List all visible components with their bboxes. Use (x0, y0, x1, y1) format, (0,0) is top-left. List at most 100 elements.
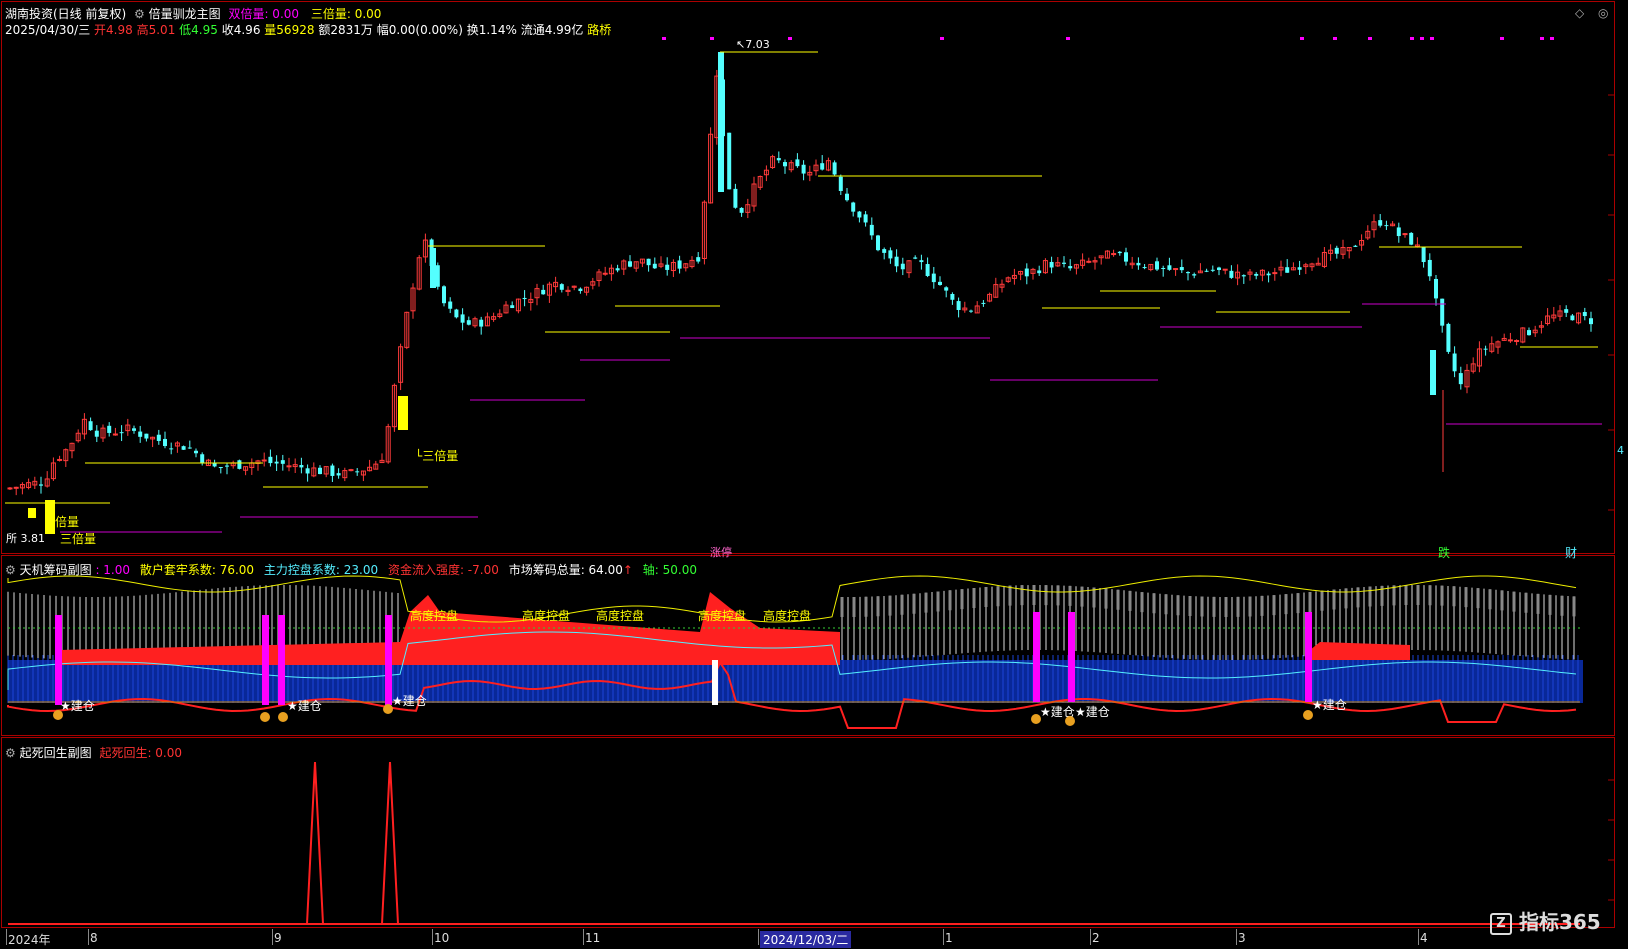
sector-value[interactable]: 路桥 (587, 23, 611, 37)
candle-body-124 (776, 158, 781, 161)
sub2-title[interactable]: 起死回生副图 (20, 746, 92, 760)
candle-body-86 (541, 289, 546, 295)
x-tick-3: 10 (434, 931, 450, 945)
candle-body-133 (832, 162, 837, 175)
top-marker-12 (1540, 37, 1544, 40)
candle-body-146 (913, 257, 918, 259)
build-label-1: ★建仓 (287, 699, 322, 713)
build-bar-6 (1305, 612, 1312, 702)
candle-body-168 (1049, 261, 1054, 268)
market-total: 市场筹码总量: 64.00 (508, 563, 623, 577)
top-marker-11 (1500, 37, 1504, 40)
candle-body-155 (969, 310, 973, 312)
turnover-value: 换1.14% (466, 23, 517, 37)
candle-body-183 (1142, 267, 1147, 269)
sub1-header: ⚙ 天机筹码副图 : 1.00 散户套牢系数: 76.00 主力控盘系数: 23… (5, 561, 697, 578)
candle-body-190 (1186, 272, 1190, 274)
candle-body-152 (950, 293, 955, 300)
x-tick-line-4 (583, 929, 584, 945)
candle-body-44 (280, 460, 285, 464)
candle-body-201 (1254, 273, 1259, 276)
diamond-icon[interactable]: ◇ (1575, 6, 1584, 20)
candle-body-26 (169, 448, 174, 450)
bar-date: 2025/04/30/三 (5, 23, 91, 37)
candle-body-151 (944, 287, 949, 291)
candle-body-203 (1266, 273, 1271, 276)
triple-vol-label-1: └三倍量 (415, 449, 459, 463)
candle-body-17 (112, 433, 118, 436)
candle-body-230 (1434, 278, 1438, 299)
big-candle-1 (430, 248, 436, 288)
top-marker-0 (662, 37, 666, 40)
big-candle-2 (718, 52, 724, 192)
top-marker-10 (1430, 37, 1434, 40)
x-tick-line-0 (6, 929, 7, 945)
fund-strength: 资金流入强度: -7.00 (387, 563, 499, 577)
candle-body-150 (938, 281, 942, 285)
candle-body-18 (119, 432, 124, 434)
candle-body-72 (454, 309, 459, 318)
close-value: 收4.96 (221, 23, 261, 37)
candle-body-21 (138, 431, 143, 437)
candle-body-136 (851, 202, 856, 212)
candle-body-179 (1117, 251, 1122, 254)
candle-body-166 (1037, 270, 1042, 274)
candle-body-196 (1222, 268, 1228, 271)
candle-body-45 (286, 465, 292, 468)
top-marker-7 (1368, 37, 1372, 40)
build-bar-2 (278, 615, 285, 705)
candle-body-221 (1378, 220, 1383, 226)
candle-body-238 (1483, 348, 1488, 350)
candle-body-71 (448, 301, 453, 309)
spike-0 (306, 761, 324, 925)
low-value: 低4.95 (179, 23, 218, 37)
candle-body-222 (1384, 225, 1389, 227)
candle-body-43 (274, 461, 279, 464)
header-row-1: 湖南投资(日线 前复权) ⚙ 倍量驯龙主图 双倍量: 0.00 三倍量: 0.0… (5, 5, 381, 22)
peak-label: ↖7.03 (736, 38, 770, 51)
gear-icon[interactable]: ⚙ (134, 7, 145, 21)
candle-body-24 (156, 434, 161, 441)
indicator-name[interactable]: 倍量驯龙主图 (149, 7, 221, 21)
finance-tag: 财 (1565, 546, 1578, 560)
float-cap-value: 流通4.99亿 (520, 23, 584, 37)
candle-body-134 (838, 176, 843, 191)
candle-body-228 (1421, 247, 1426, 263)
candle-body-137 (857, 211, 862, 218)
gear-icon[interactable]: ⚙ (5, 746, 16, 760)
candle-body-147 (919, 260, 924, 263)
money-bag-icon (278, 712, 288, 722)
candle-body-89 (559, 284, 564, 290)
candle-body-34 (218, 467, 223, 469)
candle-body-76 (479, 319, 484, 327)
sub2-header: ⚙ 起死回生副图 起死回生: 0.00 (5, 744, 182, 761)
candle-body-217 (1353, 245, 1358, 247)
candle-body-208 (1297, 267, 1302, 270)
x-tick-6: 1 (945, 931, 953, 945)
candle-body-197 (1229, 270, 1234, 278)
close-icon[interactable]: ◎ (1598, 6, 1608, 20)
candle-body-252 (1570, 315, 1575, 321)
candle-body-194 (1210, 269, 1215, 271)
sub1-title[interactable]: 天机筹码副图 (20, 563, 92, 577)
candle-body-28 (181, 446, 186, 450)
volume-value: 量56928 (264, 23, 315, 37)
top-marker-8 (1410, 37, 1414, 40)
fall-tag: 跌 (1438, 546, 1451, 560)
candle-body-92 (578, 288, 583, 292)
big-candle-3 (1430, 350, 1436, 395)
logo: Z 指标365 (1490, 906, 1601, 935)
sub2-value: 起死回生: 0.00 (99, 746, 183, 760)
candle-body-1 (13, 486, 19, 489)
candle-body-117 (733, 188, 738, 208)
candle-body-30 (194, 450, 198, 454)
gear-icon[interactable]: ⚙ (5, 563, 16, 577)
candle-body-171 (1068, 266, 1073, 269)
money-bag-icon (1031, 714, 1041, 724)
build-label-2: ★建仓 (392, 694, 427, 708)
x-tick-line-7 (1090, 929, 1091, 945)
build-label-5: ★建仓 (1312, 698, 1347, 712)
x-tick-line-5 (758, 929, 759, 945)
candle-body-31 (200, 454, 205, 464)
candle-body-106 (665, 264, 670, 270)
